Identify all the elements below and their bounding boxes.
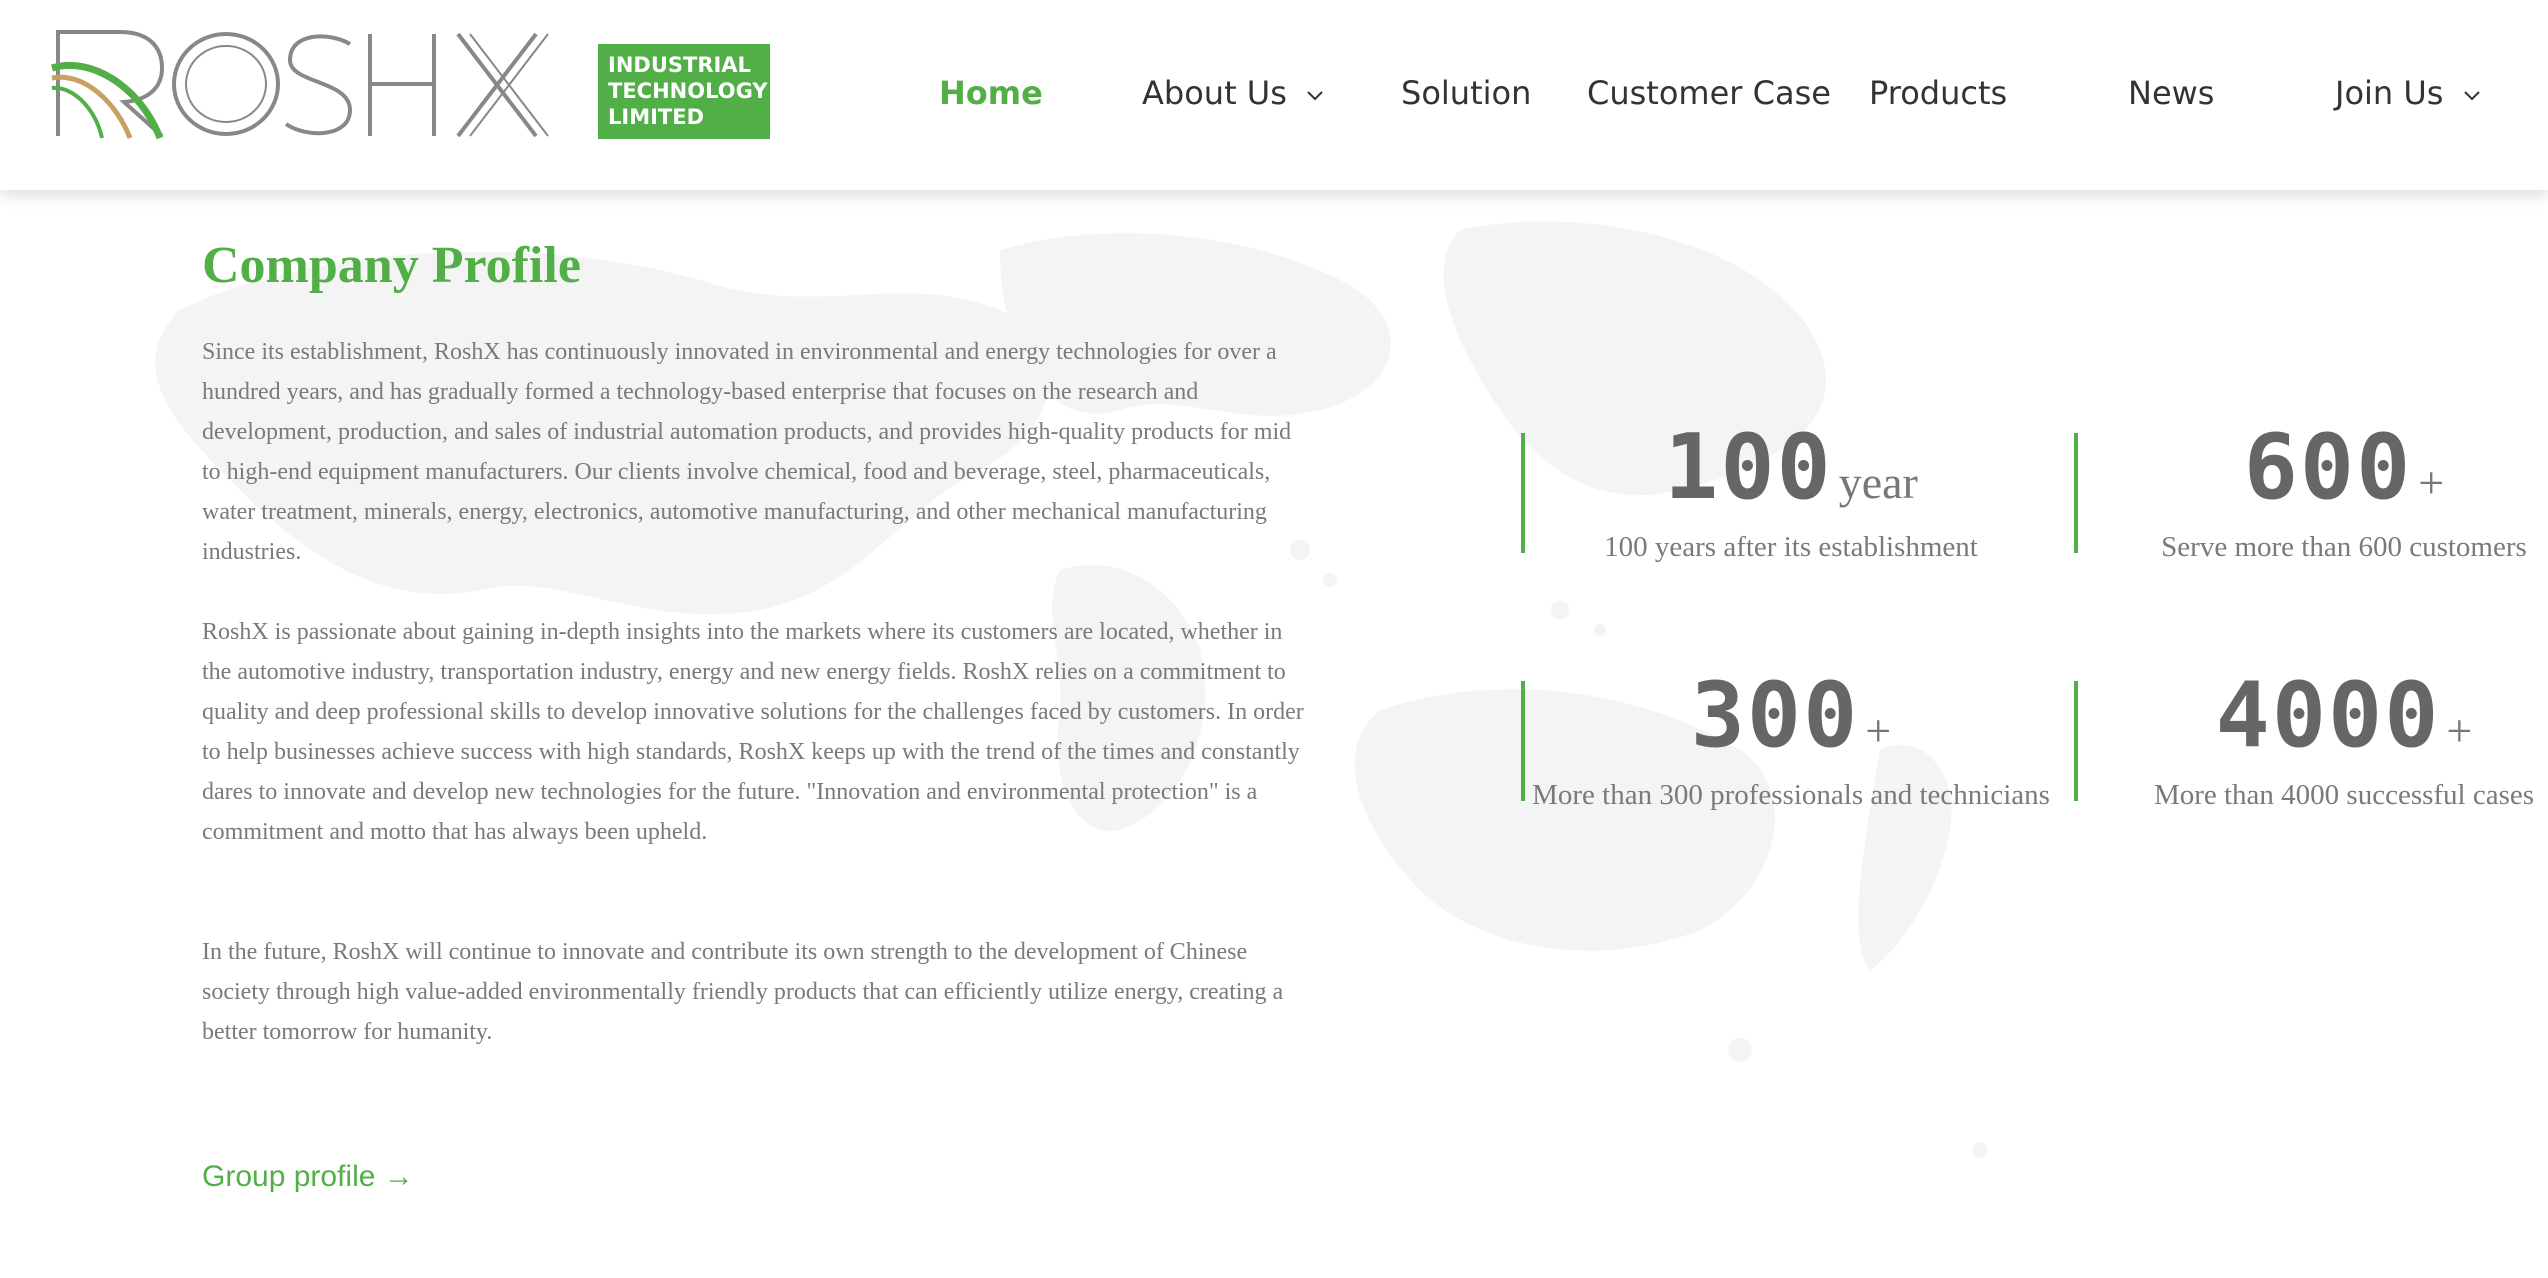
stat-years: 100 year 100 years after its establishmen… — [1521, 415, 2061, 563]
roshx-logo[interactable]: INDUSTRIAL TECHNOLOGY LIMITED — [50, 26, 770, 144]
chevron-down-icon — [2463, 91, 2480, 101]
roshx-wordmark-logo — [50, 30, 549, 140]
stat-unit: year — [1838, 457, 1918, 508]
nav-item-join-us[interactable]: Join Us — [2335, 68, 2482, 118]
stat-value: 600 + — [2074, 415, 2548, 520]
nav-item-label: Solution — [1401, 74, 1532, 112]
nav-item-news[interactable]: News — [2128, 68, 2214, 118]
nav-item-solution[interactable]: Solution — [1401, 68, 1531, 118]
stat-customers: 600 + Serve more than 600 customers — [2074, 415, 2548, 563]
profile-paragraph: Since its establishment, RoshX has conti… — [202, 339, 1292, 565]
stat-number: 4000 — [2215, 663, 2441, 768]
stat-professionals: 300 + More than 300 professionals and tec… — [1521, 663, 2061, 811]
stat-value: 300 + — [1521, 663, 2061, 768]
stat-unit: + — [2418, 457, 2445, 508]
badge-line: INDUSTRIAL — [608, 53, 751, 77]
stat-value: 100 year — [1521, 415, 2061, 520]
nav-item-customer-case[interactable]: Customer Case — [1587, 68, 1831, 118]
badge-line: LIMITED — [608, 105, 705, 129]
nav-item-home[interactable]: Home — [939, 68, 1043, 118]
stat-unit: + — [2446, 705, 2473, 756]
group-profile-link[interactable]: Group profile → — [202, 1160, 414, 1194]
logo-badge: INDUSTRIAL TECHNOLOGY LIMITED — [598, 44, 770, 139]
stat-description: Serve more than 600 customers — [2161, 531, 2527, 563]
stat-description: 100 years after its establishment — [1604, 531, 1978, 563]
nav-item-label: About Us — [1142, 74, 1287, 112]
stat-number: 100 — [1664, 415, 1833, 520]
chevron-down-icon — [1307, 91, 1323, 101]
nav-item-products[interactable]: Products — [1869, 68, 2007, 118]
nav-item-label: Products — [1869, 74, 2008, 112]
profile-paragraph: In the future, RoshX will continue to in… — [202, 939, 1284, 1045]
stat-cases: 4000 + More than 4000 successful cases — [2074, 663, 2548, 811]
badge-line: TECHNOLOGY — [608, 79, 768, 103]
stat-value: 4000 + — [2074, 663, 2548, 768]
page-title: Company Profile — [202, 237, 581, 294]
profile-paragraph: RoshX is passionate about gaining in-dep… — [202, 619, 1304, 845]
stat-number: 300 — [1690, 663, 1860, 768]
stat-description: More than 4000 successful cases — [2153, 779, 2535, 811]
nav-item-label: Customer Case — [1587, 74, 1831, 112]
stat-description: More than 300 professionals and technici… — [1532, 779, 2050, 811]
site-header: INDUSTRIAL TECHNOLOGY LIMITED Home About… — [0, 0, 2548, 190]
stat-number: 600 — [2243, 415, 2413, 520]
nav-item-label: News — [2128, 74, 2215, 112]
nav-item-label: Join Us — [2335, 74, 2444, 112]
nav-item-about-us[interactable]: About Us — [1142, 68, 1325, 118]
stat-unit: + — [1865, 705, 1892, 756]
nav-item-label: Home — [939, 74, 1043, 112]
